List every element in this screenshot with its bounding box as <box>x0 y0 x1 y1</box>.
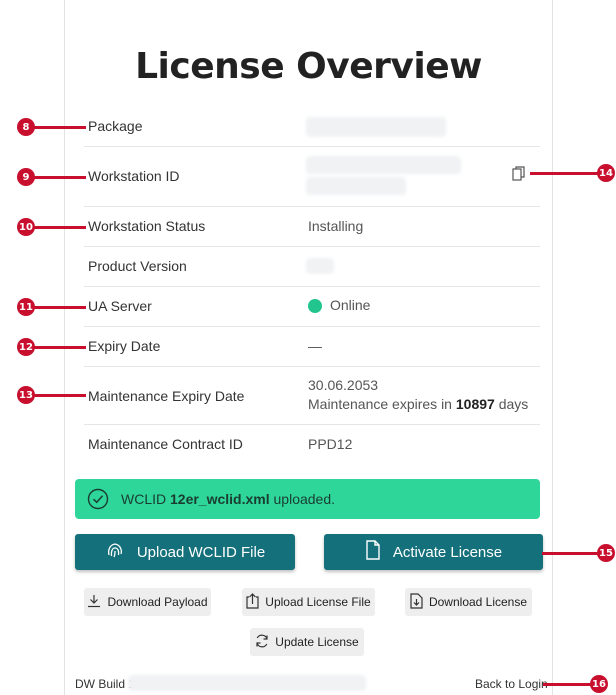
callout-line-8 <box>26 126 86 129</box>
upload-wclid-label: Upload WCLID File <box>136 543 266 561</box>
alert-suffix: uploaded. <box>269 491 336 507</box>
workstation-status-label: Workstation Status <box>88 218 206 234</box>
download-payload-label: Download Payload <box>107 595 208 609</box>
activate-license-label: Activate License <box>392 543 503 561</box>
copy-icon[interactable] <box>512 166 526 187</box>
callout-line-13 <box>26 394 86 397</box>
page-title: License Overview <box>135 46 482 87</box>
right-border <box>552 0 553 695</box>
row-product-version: Product Version <box>84 246 540 287</box>
product-version-label: Product Version <box>88 258 187 274</box>
row-workstation-id: Workstation ID <box>84 146 540 207</box>
fingerprint-icon <box>105 540 125 564</box>
workstation-status-value: Installing <box>308 218 364 234</box>
maintenance-note-days: 10897 <box>455 396 495 412</box>
upload-wclid-button[interactable]: Upload WCLID File <box>75 534 295 570</box>
check-circle-icon <box>87 488 109 515</box>
row-package: Package <box>84 106 540 147</box>
alert-prefix: WCLID <box>121 491 170 507</box>
callout-badge-12: 12 <box>17 338 35 356</box>
package-value-redacted <box>306 117 446 137</box>
download-license-label: Download License <box>428 595 528 609</box>
row-maintenance-expiry-date: Maintenance Expiry Date 30.06.2053 Maint… <box>84 366 540 425</box>
upload-file-icon <box>246 592 259 612</box>
maintenance-note-suffix: days <box>494 396 529 412</box>
ua-server-label: UA Server <box>88 298 152 314</box>
maintenance-expiry-note: Maintenance expires in 10897 days <box>308 396 528 412</box>
activate-license-button[interactable]: Activate License <box>324 534 543 570</box>
row-workstation-status: Workstation Status Installing <box>84 206 540 247</box>
upload-success-alert: WCLID 12er_wclid.xml uploaded. <box>75 479 540 519</box>
callout-line-15 <box>542 552 602 555</box>
ua-server-value: Online <box>330 297 371 313</box>
workstation-id-value-redacted <box>306 156 461 174</box>
row-expiry-date: Expiry Date — <box>84 326 540 367</box>
expiry-date-value: — <box>308 338 322 354</box>
callout-badge-10: 10 <box>17 218 35 236</box>
callout-badge-9: 9 <box>17 168 35 186</box>
callout-line-12 <box>26 346 86 349</box>
package-label: Package <box>88 118 143 134</box>
download-payload-button[interactable]: Download Payload <box>84 588 211 616</box>
row-maintenance-contract-id: Maintenance Contract ID PPD12 <box>84 424 540 464</box>
refresh-icon <box>255 634 269 651</box>
update-license-button[interactable]: Update License <box>250 628 364 656</box>
build-info-redacted <box>128 675 366 691</box>
maintenance-note-prefix: Maintenance expires in <box>308 396 456 412</box>
callout-line-14 <box>530 172 600 175</box>
back-to-login-link[interactable]: Back to Login <box>475 677 548 691</box>
workstation-id-label: Workstation ID <box>88 168 180 184</box>
callout-line-9 <box>26 176 86 179</box>
download-file-icon <box>410 592 423 612</box>
download-icon <box>87 594 101 611</box>
maintenance-contract-id-value: PPD12 <box>308 436 353 452</box>
callout-badge-15: 15 <box>597 544 615 562</box>
alert-message: WCLID 12er_wclid.xml uploaded. <box>121 491 335 507</box>
row-ua-server: UA Server Online <box>84 286 540 327</box>
callout-badge-14: 14 <box>597 164 615 182</box>
callout-badge-13: 13 <box>17 386 35 404</box>
ua-server-status: Online <box>308 297 371 314</box>
callout-badge-16: 16 <box>590 675 608 693</box>
callout-badge-8: 8 <box>17 118 35 136</box>
maintenance-contract-id-label: Maintenance Contract ID <box>88 436 243 452</box>
document-icon <box>365 540 381 564</box>
callout-line-10 <box>26 226 86 229</box>
download-license-button[interactable]: Download License <box>405 588 532 616</box>
callout-badge-11: 11 <box>17 298 35 316</box>
maintenance-expiry-date-value: 30.06.2053 <box>308 377 379 393</box>
upload-license-file-label: Upload License File <box>265 595 371 609</box>
product-version-value-redacted <box>306 258 334 274</box>
maintenance-expiry-date-label: Maintenance Expiry Date <box>88 388 245 404</box>
workstation-id-value-redacted-2 <box>306 177 406 195</box>
upload-license-file-button[interactable]: Upload License File <box>242 588 375 616</box>
expiry-date-label: Expiry Date <box>88 338 161 354</box>
alert-filename: 12er_wclid.xml <box>170 491 270 507</box>
callout-line-11 <box>26 306 86 309</box>
update-license-label: Update License <box>275 635 359 649</box>
online-status-dot <box>308 299 322 314</box>
